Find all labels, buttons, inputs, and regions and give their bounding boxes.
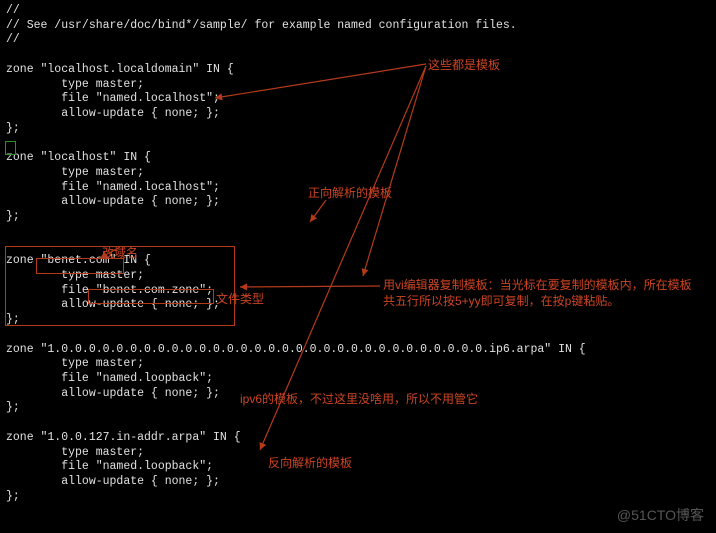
annotation-reverse: 反向解析的模板 <box>268 456 352 472</box>
annotation-filetype: 文件类型 <box>216 292 264 308</box>
annotation-forward: 正向解析的模板 <box>308 186 392 202</box>
annotation-domain: 改域名 <box>102 246 138 262</box>
annotation-ipv6: ipv6的模板，不过这里没啥用，所以不用管它 <box>240 392 478 408</box>
annotation-top: 这些都是模板 <box>428 58 500 74</box>
annotation-vi: 用vi编辑器复制模板：当光标在要复制的模板内，所在模板共五行所以按5+yy即可复… <box>383 278 693 309</box>
highlight-filename <box>88 289 214 304</box>
cursor-box <box>5 141 16 155</box>
watermark: @51CTO博客 <box>617 507 704 525</box>
